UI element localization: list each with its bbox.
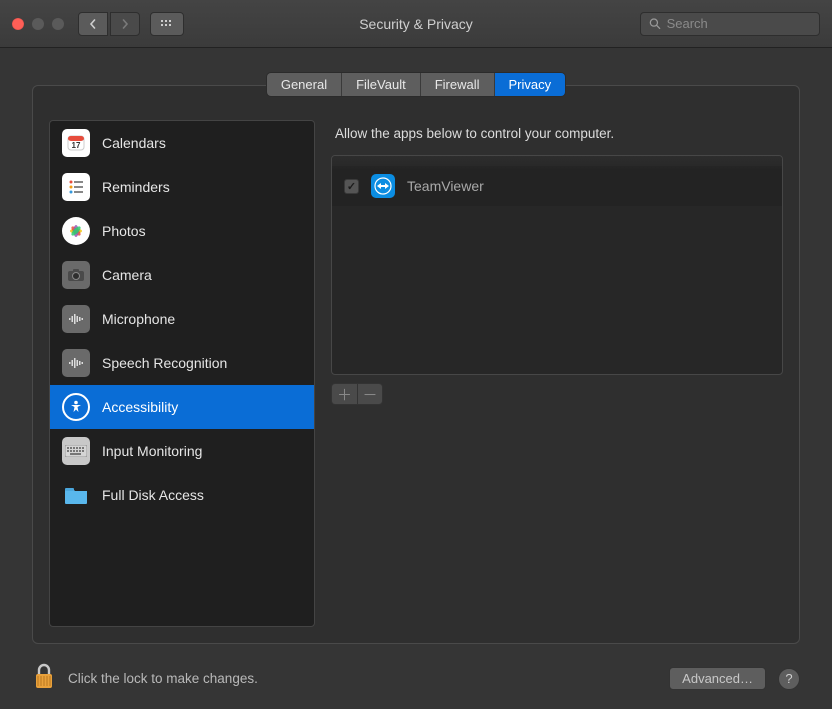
sidebar-item-label: Speech Recognition [102,355,227,371]
app-list[interactable]: ✓ TeamViewer [331,155,783,375]
folder-icon [62,481,90,509]
privacy-category-list[interactable]: 17 Calendars Reminders Photos [49,120,315,627]
camera-icon [62,261,90,289]
footer: Click the lock to make changes. Advanced… [32,662,800,695]
tab-bar-inner: General FileVault Firewall Privacy [266,72,566,97]
sidebar-item-accessibility[interactable]: Accessibility [50,385,314,429]
back-button[interactable] [78,12,108,36]
privacy-panel: 17 Calendars Reminders Photos [32,85,800,644]
sidebar-item-camera[interactable]: Camera [50,253,314,297]
app-row-teamviewer[interactable]: ✓ TeamViewer [332,166,782,206]
microphone-icon [62,305,90,333]
right-pane: Allow the apps below to control your com… [331,120,783,627]
sidebar-item-label: Photos [102,223,146,239]
titlebar: Security & Privacy [0,0,832,48]
teamviewer-icon [371,174,395,198]
tab-filevault[interactable]: FileVault [342,73,421,96]
search-input[interactable] [667,16,811,31]
sidebar-item-label: Calendars [102,135,166,151]
help-icon: ? [785,671,792,686]
sidebar-item-speech[interactable]: Speech Recognition [50,341,314,385]
close-window-button[interactable] [12,18,24,30]
sidebar-item-microphone[interactable]: Microphone [50,297,314,341]
help-button[interactable]: ? [778,668,800,690]
tab-firewall[interactable]: Firewall [421,73,495,96]
preferences-window: Security & Privacy General FileVault Fir… [0,0,832,709]
pane-description: Allow the apps below to control your com… [331,120,783,155]
svg-text:17: 17 [72,141,81,150]
tab-privacy[interactable]: Privacy [495,73,566,96]
sidebar-item-label: Input Monitoring [102,443,202,459]
sidebar-item-input-monitoring[interactable]: Input Monitoring [50,429,314,473]
chevron-right-icon [120,19,130,29]
content-area: General FileVault Firewall Privacy 17 Ca… [0,48,832,709]
speech-icon [62,349,90,377]
sidebar-item-reminders[interactable]: Reminders [50,165,314,209]
tab-general[interactable]: General [267,73,342,96]
sidebar-item-photos[interactable]: Photos [50,209,314,253]
show-all-button[interactable] [150,12,184,36]
search-field-wrapper[interactable] [640,12,820,36]
add-remove-buttons: ＋ － [331,383,783,405]
tab-bar: General FileVault Firewall Privacy [32,72,800,97]
window-title: Security & Privacy [359,16,473,32]
lock-icon [32,662,56,690]
nav-buttons [78,12,140,36]
calendar-icon: 17 [62,129,90,157]
add-app-button: ＋ [331,383,357,405]
sidebar-item-label: Full Disk Access [102,487,204,503]
keyboard-icon [62,437,90,465]
minimize-window-button[interactable] [32,18,44,30]
sidebar-item-calendars[interactable]: 17 Calendars [50,121,314,165]
sidebar-item-full-disk[interactable]: Full Disk Access [50,473,314,517]
sidebar-item-label: Microphone [102,311,175,327]
remove-app-button: － [357,383,383,405]
forward-button [110,12,140,36]
search-icon [649,17,661,30]
app-checkbox[interactable]: ✓ [344,179,359,194]
app-name-label: TeamViewer [407,178,484,194]
accessibility-icon [62,393,90,421]
photos-icon [62,217,90,245]
sidebar-item-label: Reminders [102,179,170,195]
sidebar-item-label: Camera [102,267,152,283]
lock-hint-text: Click the lock to make changes. [68,671,258,686]
advanced-button[interactable]: Advanced… [669,667,766,690]
lock-button[interactable] [32,662,56,695]
chevron-left-icon [88,19,98,29]
grid-icon [160,19,174,29]
zoom-window-button[interactable] [52,18,64,30]
window-controls [12,18,64,30]
sidebar-item-label: Accessibility [102,399,178,415]
reminders-icon [62,173,90,201]
